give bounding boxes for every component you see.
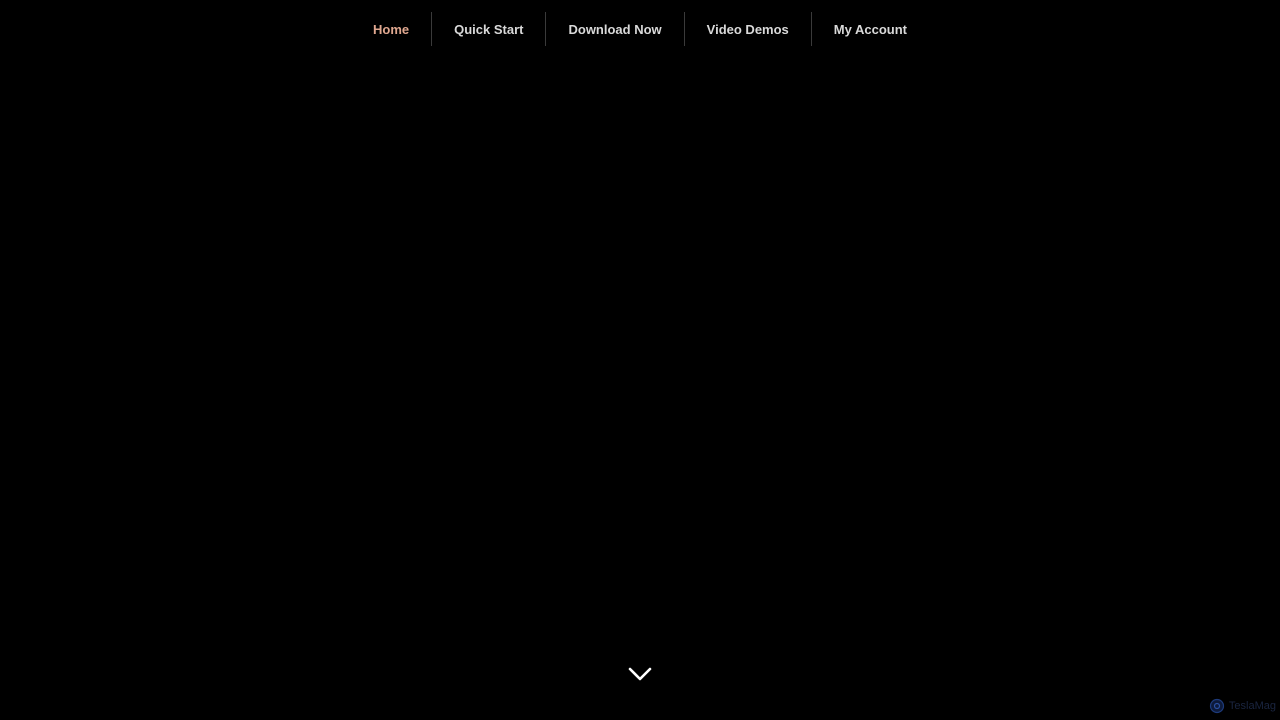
nav-item-my-account[interactable]: My Account	[810, 12, 929, 46]
nav-item-download-now[interactable]: Download Now	[545, 12, 683, 46]
nav-item-quick-start[interactable]: Quick Start	[431, 12, 545, 46]
nav-item-video-demos[interactable]: Video Demos	[683, 12, 811, 46]
top-navigation: Home Quick Start Download Now Video Demo…	[0, 12, 1280, 46]
scroll-down-button[interactable]	[626, 664, 654, 684]
chevron-down-icon	[628, 667, 652, 681]
badge-label: TeslaMag	[1228, 700, 1276, 712]
brand-badge[interactable]: TeslaMag	[1209, 698, 1276, 714]
gear-icon	[1209, 698, 1225, 714]
nav-item-home[interactable]: Home	[351, 12, 431, 46]
